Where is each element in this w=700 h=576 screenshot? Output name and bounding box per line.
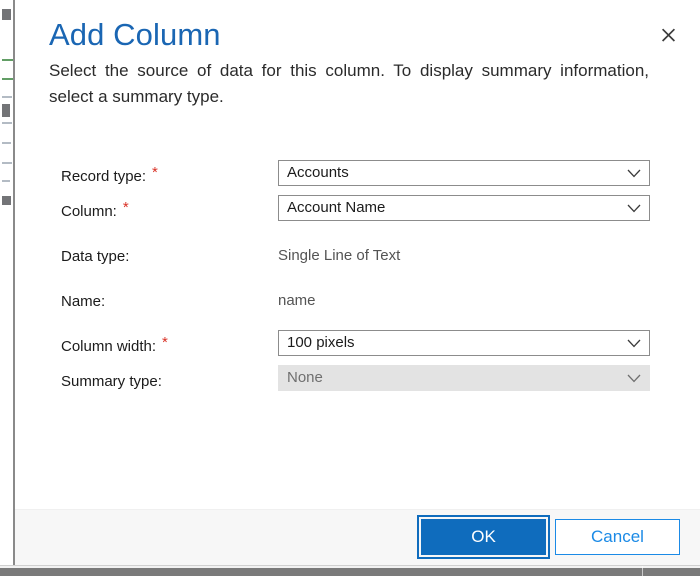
dialog-body: Add Column Select the source of data for… [15,0,700,509]
label-column-width: Column width: * [61,334,168,357]
chevron-down-icon [619,204,649,213]
close-icon-glyph [661,28,675,42]
summary-type-value: None [287,369,323,386]
form-row-column-width: Column width: * 100 pixels [15,330,700,365]
data-type-value: Single Line of Text [278,247,401,264]
column-width-value: 100 pixels [287,334,355,351]
column-dropdown[interactable]: Account Name [278,195,650,221]
form-row-summary-type: Summary type: None [15,365,700,400]
chevron-down-icon [619,339,649,348]
host-scrollbar-divider [642,566,643,576]
control-area-data-type: Single Line of Text [278,240,650,269]
add-column-dialog: Add Column Select the source of data for… [15,0,700,567]
label-record-type-text: Record type: [61,168,147,185]
required-asterisk-record-type: * [152,164,158,181]
control-area-column: Account Name [278,195,650,221]
form-row-data-type: Data type: Single Line of Text [15,240,700,275]
label-column-text: Column: [61,203,117,220]
form-row-record-type: Record type: * Accounts [15,160,700,195]
ok-button[interactable]: OK [417,515,550,559]
host-horizontal-scrollbar[interactable] [0,565,700,576]
record-type-value: Accounts [287,164,349,181]
label-record-type: Record type: * [61,164,158,187]
dialog-footer: OK Cancel [15,509,700,567]
label-data-type: Data type: [61,248,130,265]
label-column: Column: * [61,199,129,222]
control-area-column-width: 100 pixels [278,330,650,356]
chevron-down-icon [619,169,649,178]
summary-type-dropdown: None [278,365,650,391]
control-area-summary-type: None [278,365,650,391]
chevron-down-icon [619,374,649,383]
column-width-dropdown[interactable]: 100 pixels [278,330,650,356]
label-summary-type: Summary type: [61,373,162,390]
control-area-record-type: Accounts [278,160,650,186]
add-column-form: Record type: * Accounts Column: * Accoun… [15,160,700,400]
page-title: Add Column [49,17,221,52]
required-asterisk-column-width: * [162,334,168,351]
control-area-name: name [278,285,650,314]
required-asterisk-column: * [122,199,129,216]
dialog-description: Select the source of data for this colum… [49,61,649,106]
close-icon[interactable] [652,20,684,50]
cancel-button[interactable]: Cancel [555,519,680,555]
form-row-column: Column: * Account Name [15,195,700,230]
host-page-content-sliver [0,0,14,566]
label-column-width-text: Column width: [61,338,157,355]
column-value: Account Name [287,199,386,216]
name-value: name [278,292,316,309]
form-row-name: Name: name [15,285,700,320]
record-type-dropdown[interactable]: Accounts [278,160,650,186]
label-name: Name: [61,293,106,310]
host-scrollbar-thumb[interactable] [0,568,700,576]
